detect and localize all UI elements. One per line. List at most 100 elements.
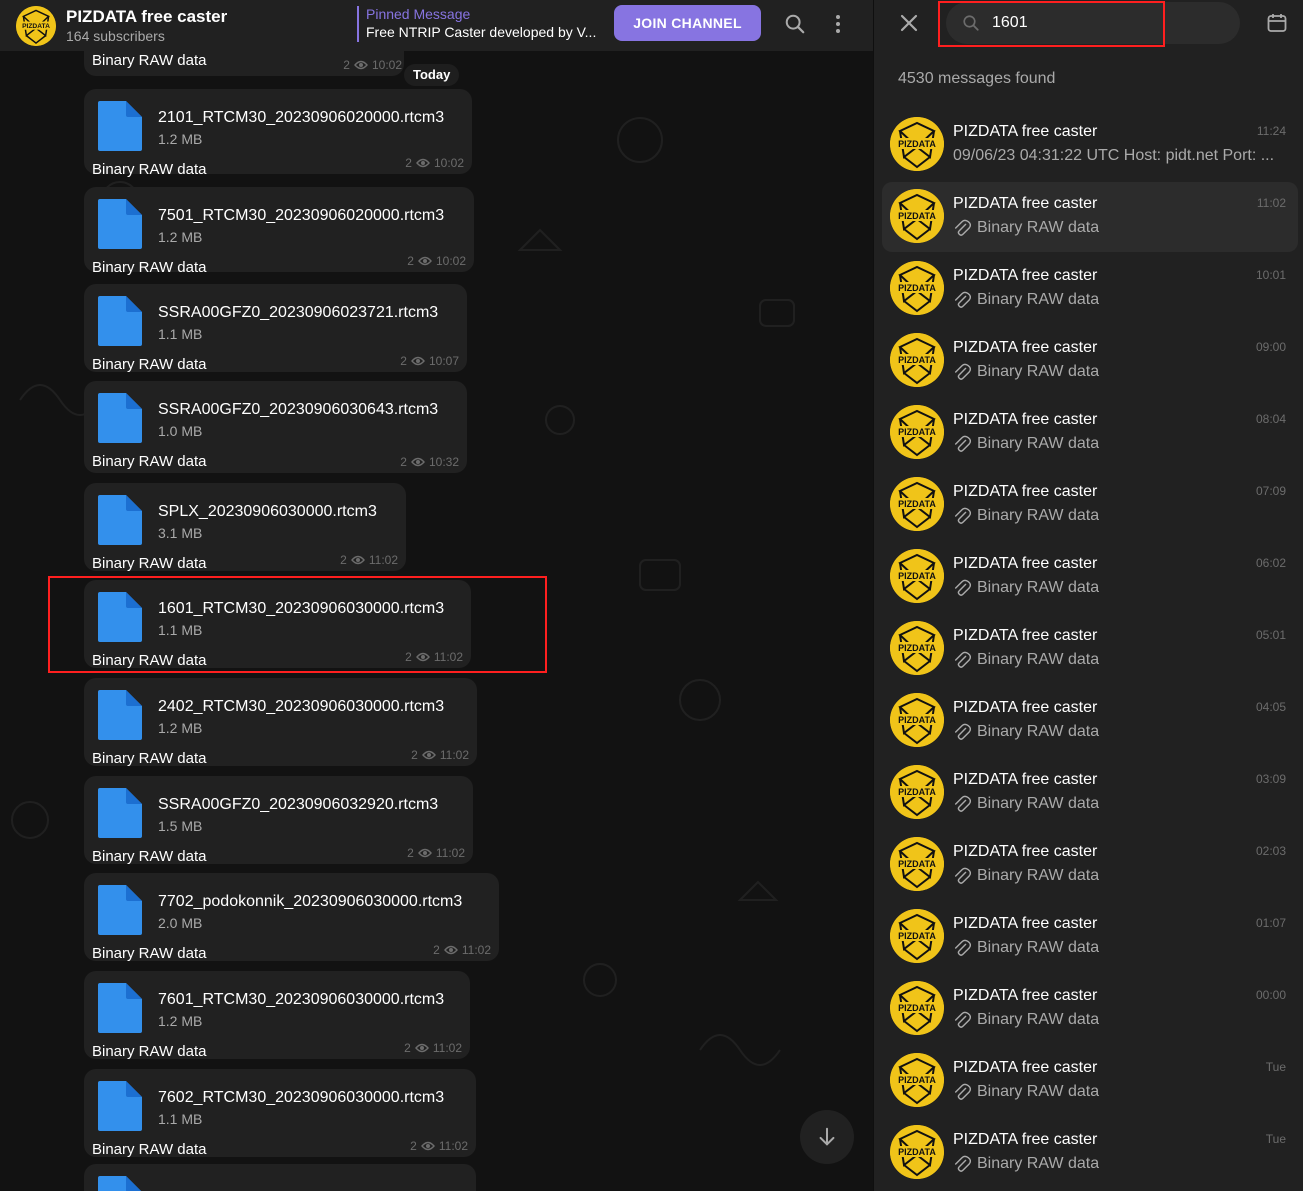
result-sender: PIZDATA free caster [953,411,1098,428]
file-message[interactable]: 7601_RTCM30_20230906030000.rtcm3 1.2 MB … [84,971,470,1060]
file-message[interactable]: SPLX_20230906030000.rtcm3 3.1 MB Binary … [84,483,406,572]
paperclip-icon [954,1011,971,1028]
file-name: SSRA00GFZ0_20230906030643.rtcm3 [158,401,439,418]
result-time: 08:04 [1255,412,1286,426]
view-count: 2 [343,58,350,72]
message-time: 11:02 [368,553,398,567]
channel-avatar: PIZDATA [890,909,944,963]
file-icon[interactable] [92,1079,146,1133]
view-count: 2 [400,354,407,368]
calendar-icon[interactable] [1266,12,1288,34]
file-icon[interactable] [92,883,146,937]
file-message[interactable]: 1601_RTCM30_20230906030000.rtcm3 1.1 MB … [84,580,471,669]
file-size: 1.1 MB [158,326,203,342]
search-result[interactable]: PIZDATA PIZDATA free caster 10:01 Binary… [882,254,1298,324]
search-result[interactable]: PIZDATA PIZDATA free caster 09:00 Binary… [882,326,1298,396]
eye-icon [414,1043,429,1053]
svg-text:PIZDATA: PIZDATA [898,787,936,797]
search-result[interactable]: PIZDATA PIZDATA free caster 04:05 Binary… [882,686,1298,756]
result-sender: PIZDATA free caster [953,627,1098,644]
file-message[interactable]: 7702_podokonnik_20230906030000.rtcm3 2.0… [84,873,499,962]
chat-area: PIZDATA PIZDATA free caster 164 subscrib… [0,0,873,1191]
search-result[interactable]: PIZDATA PIZDATA free caster 11:24 09/06/… [882,110,1298,180]
search-result[interactable]: PIZDATA PIZDATA free caster Tue Binary R… [882,1046,1298,1116]
file-message[interactable]: 2402_RTCM30_20230906030000.rtcm3 1.2 MB … [84,678,477,767]
search-result[interactable]: PIZDATA PIZDATA free caster 01:07 Binary… [882,902,1298,972]
results-count: 4530 messages found [898,70,1056,87]
file-icon[interactable] [92,493,146,547]
result-preview-text: 09/06/23 04:31:22 UTC Host: pidt.net Por… [953,147,1275,164]
file-message[interactable]: 2101_RTCM30_20230906020000.rtcm3 1.2 MB … [84,89,472,178]
paperclip-icon [954,363,971,380]
result-sender: PIZDATA free caster [953,1131,1098,1148]
file-icon[interactable] [92,688,146,742]
result-sender: PIZDATA free caster [953,123,1098,140]
file-icon[interactable] [92,590,146,644]
message-time: 11:02 [439,748,469,762]
file-icon[interactable] [92,197,146,251]
message-caption: Binary RAW data [92,453,207,470]
svg-text:PIZDATA: PIZDATA [898,211,936,221]
search-result[interactable]: PIZDATA PIZDATA free caster 06:02 Binary… [882,542,1298,612]
eye-icon [420,1141,435,1151]
file-message[interactable]: SSRA00GFZ0_20230906030643.rtcm3 1.0 MB B… [84,381,467,473]
channel-avatar: PIZDATA [890,405,944,459]
file-icon[interactable] [92,786,146,840]
eye-icon [354,60,368,70]
file-icon[interactable] [92,391,146,445]
result-sender: PIZDATA free caster [953,1059,1098,1076]
search-result[interactable]: PIZDATA PIZDATA free caster 07:09 Binary… [882,470,1298,540]
file-icon[interactable] [92,1174,146,1191]
channel-avatar: PIZDATA [890,189,944,243]
message-caption: Binary RAW data [92,161,207,178]
pinned-message[interactable]: Pinned Message Free NTRIP Caster develop… [357,6,602,42]
search-result[interactable]: PIZDATA PIZDATA free caster 03:09 Binary… [882,758,1298,828]
search-result[interactable]: PIZDATA PIZDATA free caster 05:01 Binary… [882,614,1298,684]
file-name: 2101_RTCM30_20230906020000.rtcm3 [158,109,445,126]
message-meta: 2 11:02 [410,1139,468,1153]
search-result[interactable]: PIZDATA PIZDATA free caster Tue Binary R… [882,1118,1298,1188]
paperclip-icon [954,723,971,740]
view-count: 2 [405,650,412,664]
file-icon[interactable] [92,294,146,348]
search-result[interactable]: PIZDATA PIZDATA free caster 11:02 Binary… [882,182,1298,252]
channel-avatar: PIZDATA [890,981,944,1035]
result-time: 00:00 [1255,988,1286,1002]
search-result[interactable]: PIZDATA PIZDATA free caster 08:04 Binary… [882,398,1298,468]
message-meta: 2 11:02 [340,553,398,567]
eye-icon [416,158,430,168]
message-caption: Binary RAW data [92,1141,207,1158]
result-preview-text: Binary RAW data [977,795,1100,812]
file-icon[interactable] [92,981,146,1035]
channel-avatar[interactable]: PIZDATA [16,5,56,46]
result-preview: Binary RAW data [953,651,1289,669]
svg-text:PIZDATA: PIZDATA [898,571,936,581]
file-message[interactable]: SSRA00GFZ0_20230906023721.rtcm3 1.1 MB B… [84,284,467,373]
message-meta: 2 10:02 [343,58,402,72]
file-size: 1.2 MB [158,229,203,245]
file-size: 1.0 MB [158,423,203,439]
message-time: 10:02 [433,156,464,170]
close-icon[interactable] [896,10,922,36]
scroll-down-button[interactable] [800,1110,854,1164]
result-time: 11:24 [1256,124,1286,138]
search-result[interactable]: PIZDATA PIZDATA free caster 00:00 Binary… [882,974,1298,1044]
search-input[interactable] [992,14,1192,32]
result-sender: PIZDATA free caster [953,339,1098,356]
file-message[interactable]: 7602_RTCM30_20230906030000.rtcm3 1.1 MB … [84,1069,476,1158]
search-result[interactable]: PIZDATA PIZDATA free caster 02:03 Binary… [882,830,1298,900]
search-box[interactable] [946,2,1240,44]
file-message[interactable]: SSRA00GFZ0_20230906032920.rtcm3 1.5 MB B… [84,776,473,865]
file-message[interactable] [84,1164,476,1191]
file-icon[interactable] [92,99,146,153]
result-sender: PIZDATA free caster [953,915,1098,932]
join-channel-button[interactable]: JOIN CHANNEL [614,5,761,41]
channel-info[interactable]: PIZDATA free caster 164 subscribers [66,7,346,45]
file-size: 1.1 MB [158,1111,203,1127]
file-message[interactable]: 7501_RTCM30_20230906020000.rtcm3 1.2 MB … [84,187,474,276]
search-icon[interactable] [780,9,810,39]
more-vertical-icon[interactable] [826,9,850,39]
channel-avatar: PIZDATA [890,693,944,747]
svg-text:PIZDATA: PIZDATA [898,427,936,437]
result-preview-text: Binary RAW data [977,507,1100,524]
